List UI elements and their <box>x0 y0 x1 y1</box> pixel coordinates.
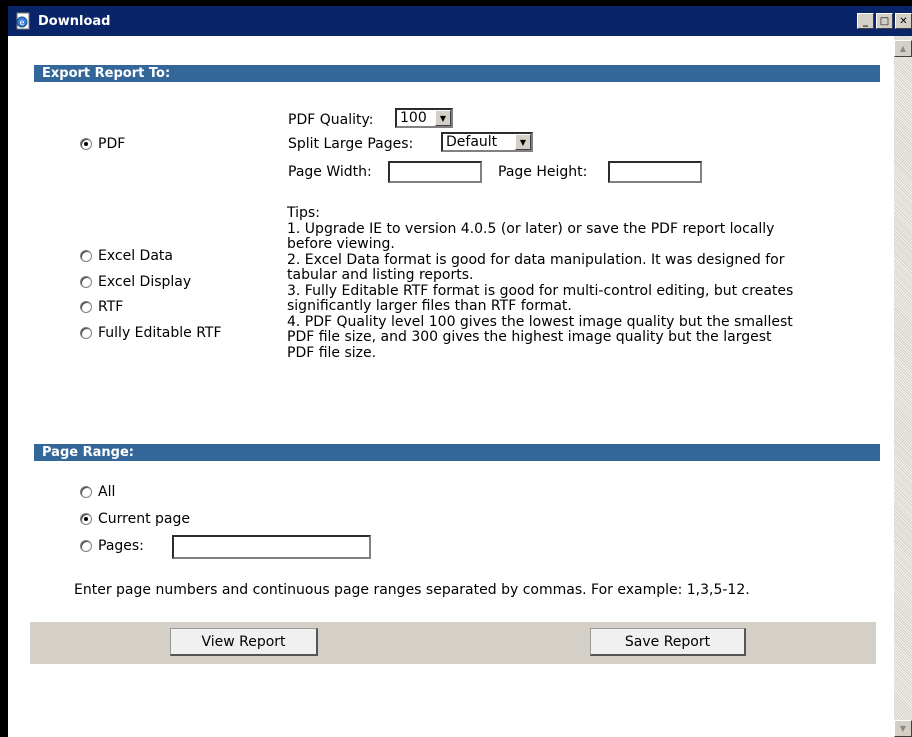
split-large-pages-select[interactable]: Default ▼ <box>441 132 533 152</box>
tip-line: PDF file size. <box>287 344 377 361</box>
split-large-pages-label: Split Large Pages: <box>288 136 414 152</box>
range-label: All <box>98 484 116 500</box>
format-label: Excel Data <box>98 248 173 264</box>
scroll-up-button[interactable]: ▲ <box>894 40 912 57</box>
format-radio-rtf[interactable]: RTF <box>80 299 123 315</box>
save-report-button[interactable]: Save Report <box>590 628 746 656</box>
close-button[interactable]: ✕ <box>895 13 912 29</box>
split-large-pages-value: Default <box>446 134 498 150</box>
pages-input[interactable] <box>172 535 371 559</box>
format-label: Excel Display <box>98 274 192 290</box>
range-label: Pages: <box>98 538 144 554</box>
page-width-label: Page Width: <box>288 164 372 180</box>
dialog-content: Export Report To: PDF PDF Quality: 100 ▼… <box>8 36 894 737</box>
range-radio-all[interactable]: All <box>80 484 115 500</box>
tip-line: 3. Fully Editable RTF format is good for… <box>287 282 794 299</box>
format-label: RTF <box>98 299 124 315</box>
tip-line: PDF file size, and 300 gives the highest… <box>287 329 772 345</box>
pdf-quality-label: PDF Quality: <box>288 112 374 128</box>
radio-button[interactable] <box>80 301 92 313</box>
radio-button[interactable] <box>80 513 92 525</box>
chevron-down-icon: ▼ <box>899 724 907 733</box>
scroll-down-button[interactable]: ▼ <box>894 720 912 737</box>
window-left-border <box>0 0 8 737</box>
vertical-scrollbar[interactable]: ▲ ▼ <box>894 36 912 737</box>
range-radio-current-page[interactable]: Current page <box>80 511 190 527</box>
tip-line: Tips: <box>287 205 320 221</box>
format-radio-excel-display[interactable]: Excel Display <box>80 274 191 290</box>
radio-button[interactable] <box>80 486 92 498</box>
tips-text: Tips: 1. Upgrade IE to version 4.0.5 (or… <box>287 205 867 361</box>
format-label: Fully Editable RTF <box>98 325 222 341</box>
tip-line: 1. Upgrade IE to version 4.0.5 (or later… <box>287 220 775 237</box>
radio-button[interactable] <box>80 138 92 150</box>
export-section-heading: Export Report To: <box>34 65 880 82</box>
page-height-label: Page Height: <box>498 164 588 180</box>
radio-button[interactable] <box>80 276 92 288</box>
title-bar[interactable]: e Download _ □ ✕ <box>8 6 912 36</box>
minimize-button[interactable]: _ <box>857 13 874 29</box>
chevron-up-icon: ▲ <box>899 44 907 53</box>
tip-line: significantly larger files than RTF form… <box>287 298 572 314</box>
range-label: Current page <box>98 511 190 527</box>
chevron-down-icon[interactable]: ▼ <box>515 134 531 150</box>
radio-button[interactable] <box>80 540 92 552</box>
close-icon: ✕ <box>899 15 908 27</box>
pdf-quality-select[interactable]: 100 ▼ <box>395 108 453 128</box>
tip-line: before viewing. <box>287 236 395 252</box>
tip-line: 2. Excel Data format is good for data ma… <box>287 251 785 268</box>
format-label: PDF <box>98 136 126 152</box>
download-window: e Download _ □ ✕ Export Report To: PDF P… <box>0 0 912 737</box>
svg-text:e: e <box>20 18 25 27</box>
maximize-button[interactable]: □ <box>876 13 893 29</box>
chevron-down-icon[interactable]: ▼ <box>435 110 451 126</box>
tip-line: 4. PDF Quality level 100 gives the lowes… <box>287 313 793 330</box>
minimize-icon: _ <box>863 15 868 27</box>
page-height-input[interactable] <box>608 161 702 183</box>
maximize-icon: □ <box>879 15 890 27</box>
view-report-button[interactable]: View Report <box>170 628 318 656</box>
radio-button[interactable] <box>80 250 92 262</box>
format-radio-excel-data[interactable]: Excel Data <box>80 248 173 264</box>
range-radio-pages[interactable]: Pages: <box>80 538 144 554</box>
ie-page-icon: e <box>16 12 30 30</box>
format-radio-fully-editable-rtf[interactable]: Fully Editable RTF <box>80 325 222 341</box>
page-range-section-heading: Page Range: <box>34 444 880 461</box>
tip-line: tabular and listing reports. <box>287 267 474 283</box>
pdf-quality-value: 100 <box>400 110 427 126</box>
format-radio-pdf[interactable]: PDF <box>80 136 125 152</box>
page-range-note: Enter page numbers and continuous page r… <box>74 582 750 598</box>
button-bar: View Report Save Report <box>30 622 876 664</box>
page-width-input[interactable] <box>388 161 482 183</box>
radio-button[interactable] <box>80 327 92 339</box>
window-title: Download <box>38 13 111 29</box>
